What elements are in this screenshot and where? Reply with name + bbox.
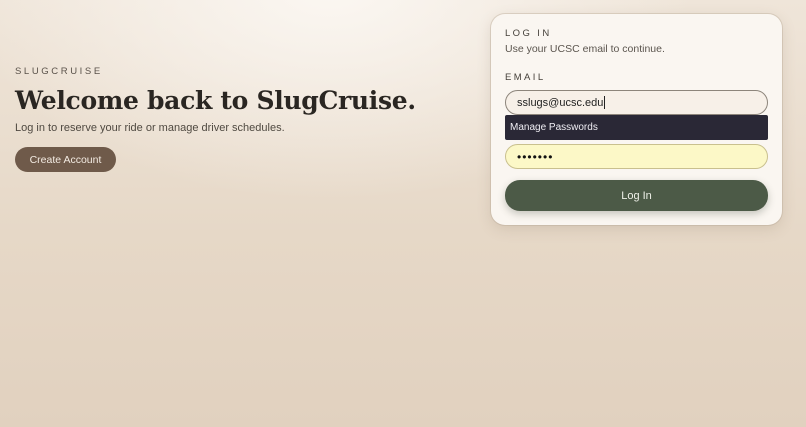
create-account-button[interactable]: Create Account [15,147,116,172]
text-caret [604,96,606,109]
login-hint: Use your UCSC email to continue. [505,43,665,55]
hero-section: SLUGCRUISE Welcome back to SlugCruise. L… [15,66,455,134]
log-in-button[interactable]: Log In [505,180,768,211]
hero-subtext: Log in to reserve your ride or manage dr… [15,122,285,134]
page-title: Welcome back to SlugCruise. [15,86,416,115]
email-field[interactable]: sslugs@ucsc.edu [505,90,768,115]
brand-eyebrow: SLUGCRUISE [15,66,103,77]
email-label: EMAIL [505,72,546,83]
password-value: ••••••• [517,149,554,164]
autofill-menu-manage-passwords[interactable]: Manage Passwords [505,115,768,140]
login-card: LOG IN Use your UCSC email to continue. … [491,14,782,225]
login-heading: LOG IN [505,28,552,39]
email-value: sslugs@ucsc.edu [517,96,604,109]
autofill-menu-label: Manage Passwords [510,122,598,133]
password-field[interactable]: ••••••• [505,144,768,169]
